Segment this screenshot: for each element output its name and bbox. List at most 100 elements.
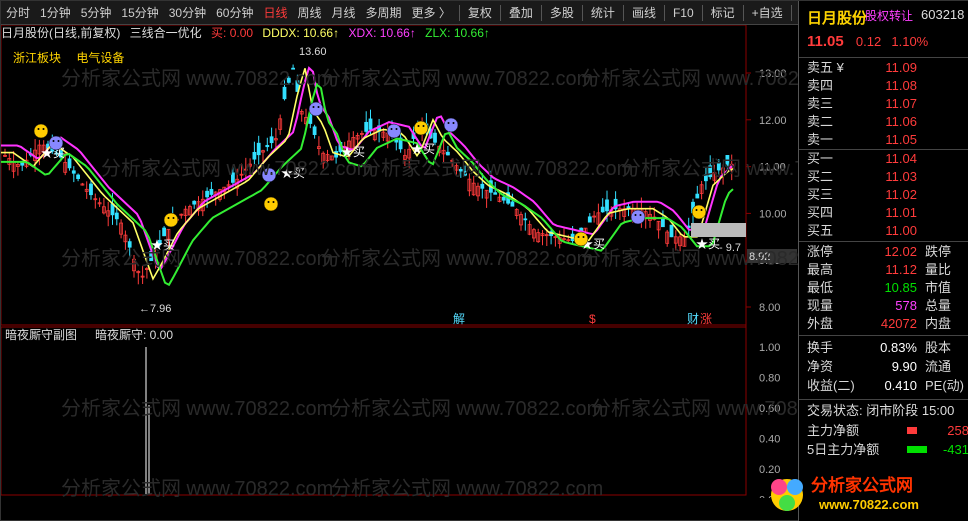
watermark: 分析家公式网 www.70822.com (361, 157, 633, 180)
toolbar-separator (499, 4, 501, 21)
period-tab[interactable]: 60分钟 (211, 1, 258, 25)
sub-y-tick-label: 1.00 (759, 342, 780, 354)
stat-row: 涨停 12.02 跌停 (807, 244, 952, 259)
stat-row: 现量 578 总量 (807, 298, 952, 313)
tag-electric[interactable]: 电气设备 (76, 51, 124, 65)
price-highlight-box (691, 223, 746, 237)
ask-row[interactable]: 卖五 ¥11.09 (807, 59, 967, 77)
bid-row[interactable]: 买三 11.02 (807, 186, 967, 204)
stat-row: 收益(二) 0.410 PE(动) (807, 378, 965, 393)
candle-body (192, 200, 197, 205)
bid-row[interactable]: 买四 11.01 (807, 204, 967, 222)
smiley-buy-icon-eye (417, 125, 420, 127)
sad-sell-icon-eye (312, 106, 315, 108)
divider (799, 335, 968, 336)
toolbar-separator (663, 4, 665, 21)
smiley-buy-icon (413, 120, 429, 136)
chart-canvas[interactable]: 13.0012.0011.0010.009.008.0013.60←7.96- … (1, 25, 798, 498)
sad-sell-icon (308, 101, 324, 117)
divider (799, 57, 968, 58)
candle-body (695, 193, 700, 199)
toolbar-button[interactable]: 复权 (463, 1, 497, 25)
toolbar-button[interactable]: 画线 (627, 1, 661, 25)
candle-body (669, 224, 674, 238)
event-label: $ (589, 312, 596, 326)
bid-row[interactable]: 买二 11.03 (807, 168, 967, 186)
buy-signal: ★买 (341, 145, 365, 159)
toolbar-separator (540, 4, 542, 21)
stat-row: 最高 11.12 量比 (807, 262, 952, 277)
smiley-buy-icon (33, 123, 49, 139)
period-tab[interactable]: 1分钟 (35, 1, 76, 25)
sad-sell-icon-eye (447, 122, 450, 124)
smiley-buy-icon (573, 231, 589, 247)
smiley-buy-icon (691, 204, 707, 220)
candle-body (510, 201, 515, 207)
sad-sell-icon (48, 135, 64, 151)
toolbar-button[interactable]: 统计 (586, 1, 620, 25)
price-summary: 11.05 0.12 1.10% (807, 33, 928, 50)
smiley-buy-icon-eye (272, 201, 275, 203)
main-net5-row: 5日主力净额 -431 (807, 442, 968, 457)
ask-row[interactable]: 卖四 11.08 (807, 77, 967, 95)
ask-row[interactable]: 卖一 11.05 (807, 131, 967, 149)
stat-row: 净资 9.90 流通 (807, 359, 952, 374)
event-label: 解 (453, 312, 465, 326)
toolbar-separator (581, 4, 583, 21)
smiley-buy-icon-eye (267, 201, 270, 203)
watermark: 分析家公式网 www.70822.com (61, 397, 333, 420)
period-tab[interactable]: 15分钟 (116, 1, 163, 25)
period-tab[interactable]: 日线 (258, 1, 292, 25)
toolbar-button[interactable]: 多股 (545, 1, 579, 25)
stat-row: 换手 0.83% 股本 (807, 340, 952, 355)
toolbar-button[interactable]: 叠加 (504, 1, 538, 25)
watermark: 分析家公式网 www.70822.com (61, 477, 333, 498)
site-logo: 分析家公式网 www.70822.com (771, 475, 919, 512)
price-change-pct: 1.10% (891, 34, 929, 49)
candle-body (256, 142, 261, 156)
period-tab[interactable]: 分时 (1, 1, 35, 25)
period-tab[interactable]: 5分钟 (76, 1, 117, 25)
ask-row[interactable]: 卖二 11.06 (807, 113, 967, 131)
ask-row[interactable]: 卖三 11.07 (807, 95, 967, 113)
candle-body (265, 144, 270, 148)
watermark: 分析家公式网 www.70822.com (331, 397, 603, 420)
sad-sell-icon-eye (57, 140, 60, 142)
period-tab[interactable]: 多周期 (361, 1, 407, 25)
toolbar-button[interactable]: +自选 (747, 1, 788, 25)
candle-body (205, 190, 210, 198)
period-tab[interactable]: 月线 (327, 1, 361, 25)
bid-row[interactable]: 买一 11.04 (807, 150, 967, 168)
toolbar-button[interactable]: F10 (668, 1, 699, 25)
candle-body (67, 158, 72, 169)
candle-body (605, 199, 609, 212)
stock-concept-tag[interactable]: 股权转让 (865, 7, 913, 24)
main-net-row: 主力净额 258 (807, 423, 968, 438)
xdx-value: XDX: 10.66↑ (348, 26, 416, 40)
y-tick-label: 8.00 (759, 302, 780, 314)
toolbar-button[interactable]: 标记 (706, 1, 740, 25)
candle-body (433, 132, 437, 143)
candle-body (312, 126, 317, 135)
watermark: 分析家公式网 www.70822.com (101, 157, 373, 180)
period-tab[interactable]: 30分钟 (164, 1, 211, 25)
smiley-buy-icon-eye (695, 209, 698, 211)
sub-chart-value: 暗夜厮守: 0.00 (95, 327, 173, 342)
low-price-label: ←7.96 (139, 303, 171, 315)
period-tab[interactable]: 更多 〉 (407, 1, 456, 25)
candle-body (600, 206, 605, 213)
tag-zhejiang[interactable]: 浙江板块 (13, 51, 61, 65)
kline-chart[interactable]: 13.0012.0011.0010.009.008.0013.60←7.96- … (1, 25, 798, 498)
sad-sell-icon-eye (390, 128, 393, 130)
period-tab[interactable]: 周线 (292, 1, 326, 25)
trade-status: 交易状态: 闭市阶段 15:00 (807, 403, 955, 418)
divider (799, 399, 968, 400)
watermark: 分析家公式网 www.70822.com (321, 67, 593, 90)
smiley-buy-icon-eye (422, 125, 425, 127)
indicator-name[interactable]: 三线合一优化 (130, 26, 202, 40)
sad-sell-icon-eye (639, 214, 642, 216)
bid-row[interactable]: 买五 11.00 (807, 222, 967, 240)
logo-text: 分析家公式网 (811, 475, 913, 495)
candle-body (364, 121, 369, 132)
y-tick-label: 10.00 (759, 208, 787, 220)
